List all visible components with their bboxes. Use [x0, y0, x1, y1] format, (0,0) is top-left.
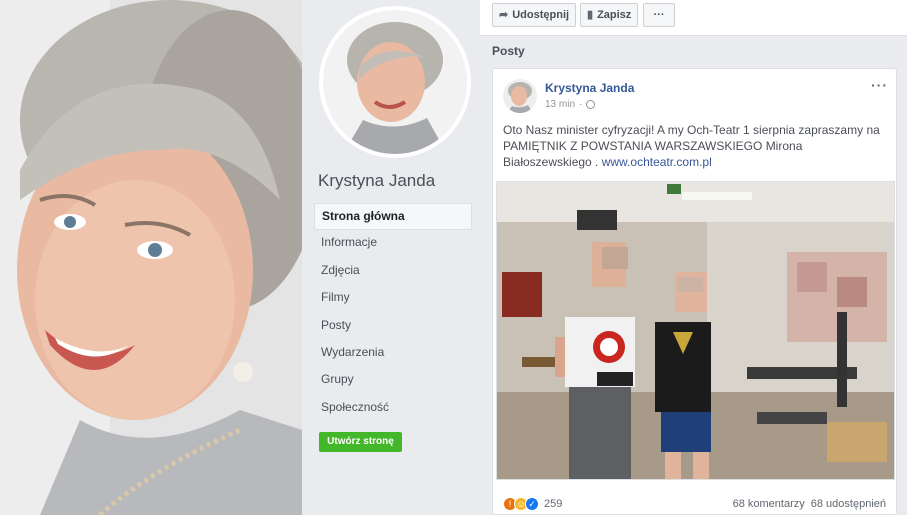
- nav-item-home[interactable]: Strona główna: [314, 203, 472, 231]
- bookmark-icon: ▮: [587, 9, 594, 21]
- action-bar: ➦ Udostępnij ▮ Zapisz ···: [480, 0, 907, 36]
- post-body-text: Oto Nasz minister cyfryzacji! A my Och-T…: [503, 122, 891, 170]
- post-author-name[interactable]: Krystyna Janda: [545, 81, 634, 95]
- profile-portrait-image: [323, 10, 467, 154]
- create-page-button[interactable]: Utwórz stronę: [319, 432, 402, 452]
- nav-item-community[interactable]: Społeczność: [314, 395, 472, 422]
- nav-item-groups[interactable]: Grupy: [314, 367, 472, 394]
- more-options-button[interactable]: ···: [643, 3, 675, 27]
- shares-count[interactable]: 68 udostępnień: [811, 498, 886, 510]
- page-sidebar: Krystyna Janda Strona główna Informacje …: [302, 0, 480, 515]
- save-label: Zapisz: [597, 9, 632, 21]
- reactions-summary[interactable]: ! ☺ ✓ 259: [503, 497, 562, 511]
- post-timestamp[interactable]: 13 min: [545, 99, 575, 110]
- posts-section-title: Posty: [492, 44, 525, 58]
- reaction-count: 259: [544, 498, 563, 510]
- gym-photo-image: [497, 182, 894, 479]
- page-root: Krystyna Janda Strona główna Informacje …: [0, 0, 907, 515]
- share-label: Udostępnij: [512, 9, 570, 21]
- page-title: Krystyna Janda: [318, 171, 436, 190]
- cover-portrait-image: [0, 0, 302, 515]
- share-arrow-icon: ➦: [499, 9, 509, 21]
- post-stats: 68 komentarzy 68 udostępnień: [733, 498, 886, 510]
- post-photo[interactable]: [496, 181, 895, 480]
- post-meta: 13 min ·: [545, 99, 596, 110]
- post-card: Krystyna Janda 13 min · ··· Oto Nasz min…: [492, 68, 897, 515]
- post-footer: ! ☺ ✓ 259 68 komentarzy 68 udostępnień: [493, 493, 896, 515]
- cover-photo[interactable]: [0, 0, 302, 515]
- comments-count[interactable]: 68 komentarzy: [733, 498, 805, 510]
- post-options-button[interactable]: ···: [871, 77, 888, 93]
- save-button[interactable]: ▮ Zapisz: [580, 3, 639, 27]
- globe-icon[interactable]: [586, 100, 596, 109]
- share-button[interactable]: ➦ Udostępnij: [492, 3, 577, 27]
- nav-item-photos[interactable]: Zdjęcia: [314, 258, 472, 285]
- nav-item-info[interactable]: Informacje: [314, 230, 472, 257]
- page-navigation: Strona główna Informacje Zdjęcia Filmy P…: [314, 203, 472, 422]
- nav-item-posts[interactable]: Posty: [314, 313, 472, 340]
- like-reaction-icon: ✓: [525, 497, 539, 511]
- nav-item-videos[interactable]: Filmy: [314, 285, 472, 312]
- post-link[interactable]: www.ochteatr.com.pl: [602, 155, 712, 169]
- nav-item-events[interactable]: Wydarzenia: [314, 340, 472, 367]
- post-avatar-image: [503, 79, 537, 113]
- profile-picture[interactable]: [319, 6, 471, 158]
- post-author-avatar[interactable]: [503, 79, 537, 113]
